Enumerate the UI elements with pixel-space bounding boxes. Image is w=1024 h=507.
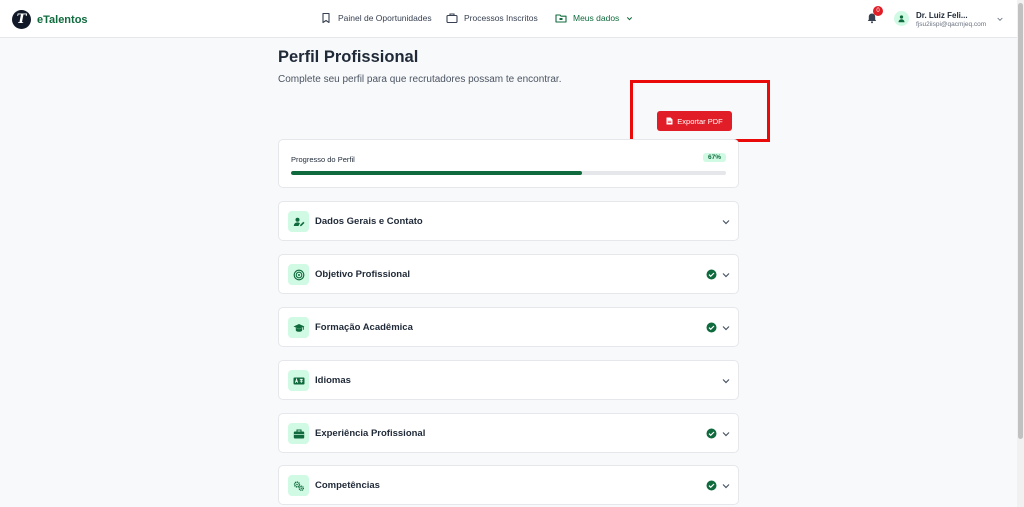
chevron-down-icon: [627, 16, 633, 20]
chevron-down-icon[interactable]: [721, 323, 731, 333]
progress-card: Progresso do Perfil 67%: [278, 139, 739, 188]
user-name: Dr. Luiz Feli...: [916, 11, 968, 20]
section-title: Experiência Profissional: [315, 428, 426, 439]
briefcase-icon: [293, 428, 304, 438]
page-title: Perfil Profissional: [278, 48, 419, 66]
section-icon-wrap: [288, 211, 309, 232]
progress-track: [291, 171, 726, 175]
section-formacao-academica[interactable]: Formação Acadêmica: [278, 307, 739, 347]
nav-label: Meus dados: [573, 13, 620, 23]
section-competencias[interactable]: Competências: [278, 465, 739, 505]
avatar[interactable]: [894, 11, 909, 26]
section-objetivo-profissional[interactable]: Objetivo Profissional: [278, 254, 739, 294]
file-icon: [666, 117, 673, 125]
scrollbar-thumb[interactable]: [1018, 3, 1023, 439]
brand[interactable]: T eTalentos: [12, 10, 88, 29]
nav-label: Processos Inscritos: [464, 13, 538, 23]
section-experiencia-profissional[interactable]: Experiência Profissional: [278, 413, 739, 453]
check-circle-icon: [706, 428, 717, 439]
chevron-down-icon[interactable]: [721, 481, 731, 491]
section-title: Idiomas: [315, 375, 351, 386]
section-title: Formação Acadêmica: [315, 322, 413, 333]
section-idiomas[interactable]: Idiomas: [278, 360, 739, 400]
user-email: fjsu2iispi@qacmjeq.com: [916, 21, 987, 28]
section-icon-wrap: [288, 317, 309, 338]
section-title: Objetivo Profissional: [315, 269, 411, 280]
nav-label: Painel de Oportunidades: [338, 13, 432, 23]
export-pdf-label: Exportar PDF: [677, 116, 723, 126]
section-icon-wrap: [288, 423, 309, 444]
gears-icon: [293, 480, 304, 491]
language-icon: [293, 377, 304, 384]
notification-badge: 0: [873, 6, 883, 16]
brand-name: eTalentos: [37, 13, 88, 26]
progress-percent-badge: 67%: [702, 153, 726, 162]
export-pdf-button[interactable]: Exportar PDF: [657, 111, 732, 131]
folder-icon: [555, 14, 567, 23]
user-edit-icon: [293, 217, 304, 226]
section-title: Dados Gerais e Contato: [315, 216, 423, 227]
section-icon-wrap: [288, 370, 309, 391]
check-circle-icon: [706, 322, 717, 333]
section-icon-wrap: [288, 475, 309, 496]
top-bar: T eTalentos Painel de Oportunidades Proc…: [0, 0, 1024, 38]
section-icon-wrap: [288, 264, 309, 285]
user-icon: [898, 15, 905, 23]
check-circle-icon: [706, 269, 717, 280]
chevron-down-icon[interactable]: [721, 217, 731, 227]
target-icon: [293, 269, 304, 280]
nav-meus-dados[interactable]: Meus dados: [555, 12, 634, 24]
check-circle-icon: [706, 480, 717, 491]
bookmark-icon: [322, 12, 330, 24]
section-dados-gerais[interactable]: Dados Gerais e Contato: [278, 201, 739, 241]
progress-label: Progresso do Perfil: [291, 155, 355, 164]
chevron-down-icon[interactable]: [721, 270, 731, 280]
chevron-down-icon[interactable]: [721, 429, 731, 439]
nav-painel-oportunidades[interactable]: Painel de Oportunidades: [320, 12, 432, 24]
section-title: Competências: [315, 480, 380, 491]
nav-processos-inscritos[interactable]: Processos Inscritos: [446, 12, 538, 24]
page-subtitle: Complete seu perfil para que recrutadore…: [278, 74, 562, 85]
chevron-down-icon[interactable]: [721, 376, 731, 386]
brand-logo: T: [12, 10, 31, 29]
chevron-down-icon[interactable]: [996, 15, 1004, 23]
graduation-cap-icon: [293, 323, 304, 332]
briefcase-icon: [446, 13, 458, 24]
progress-fill: [291, 171, 583, 175]
